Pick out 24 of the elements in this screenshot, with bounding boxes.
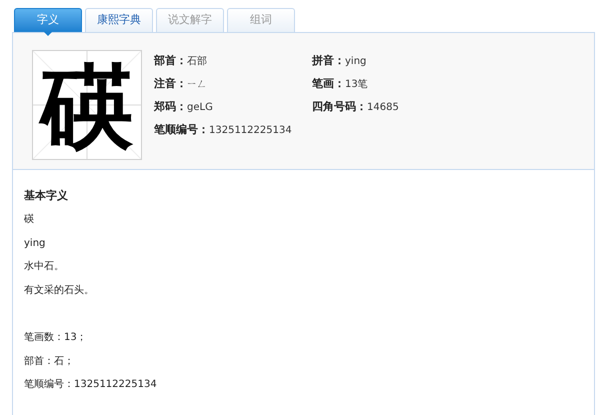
field-value: 1325112225134 <box>209 124 292 138</box>
tab[interactable]: 康熙字典 <box>85 8 153 32</box>
definition-line: 笔画数：13； <box>24 332 87 343</box>
definition-line: 部首：石； <box>24 356 74 366</box>
field-value: ying <box>345 55 366 69</box>
field-label: 郑码： <box>154 99 187 115</box>
field-label: 拼音： <box>312 53 345 69</box>
field-label: 笔顺编号： <box>154 122 209 138</box>
field-label: 笔画： <box>312 76 345 92</box>
definition-line: 水中石。 <box>24 261 64 272</box>
field-value: 石部 <box>187 54 207 69</box>
definition-line: 有文采的石头。 <box>24 284 94 296</box>
field-label: 四角号码： <box>312 99 367 115</box>
definition-line: ying <box>24 238 46 248</box>
field-label: 注音： <box>154 76 187 92</box>
section-heading: 基本字义 <box>24 188 69 204</box>
large-character: 碤 <box>32 50 142 160</box>
field-label: 部首： <box>154 53 187 69</box>
field-value: 13笔 <box>345 78 368 92</box>
definition-line: 碤 <box>24 214 34 225</box>
definition-line: 笔顺编号：1325112225134 <box>24 379 157 390</box>
field-value: geLG <box>187 101 213 115</box>
field-value: 14685 <box>367 101 399 115</box>
field-value: ㄧㄥ <box>187 78 207 92</box>
